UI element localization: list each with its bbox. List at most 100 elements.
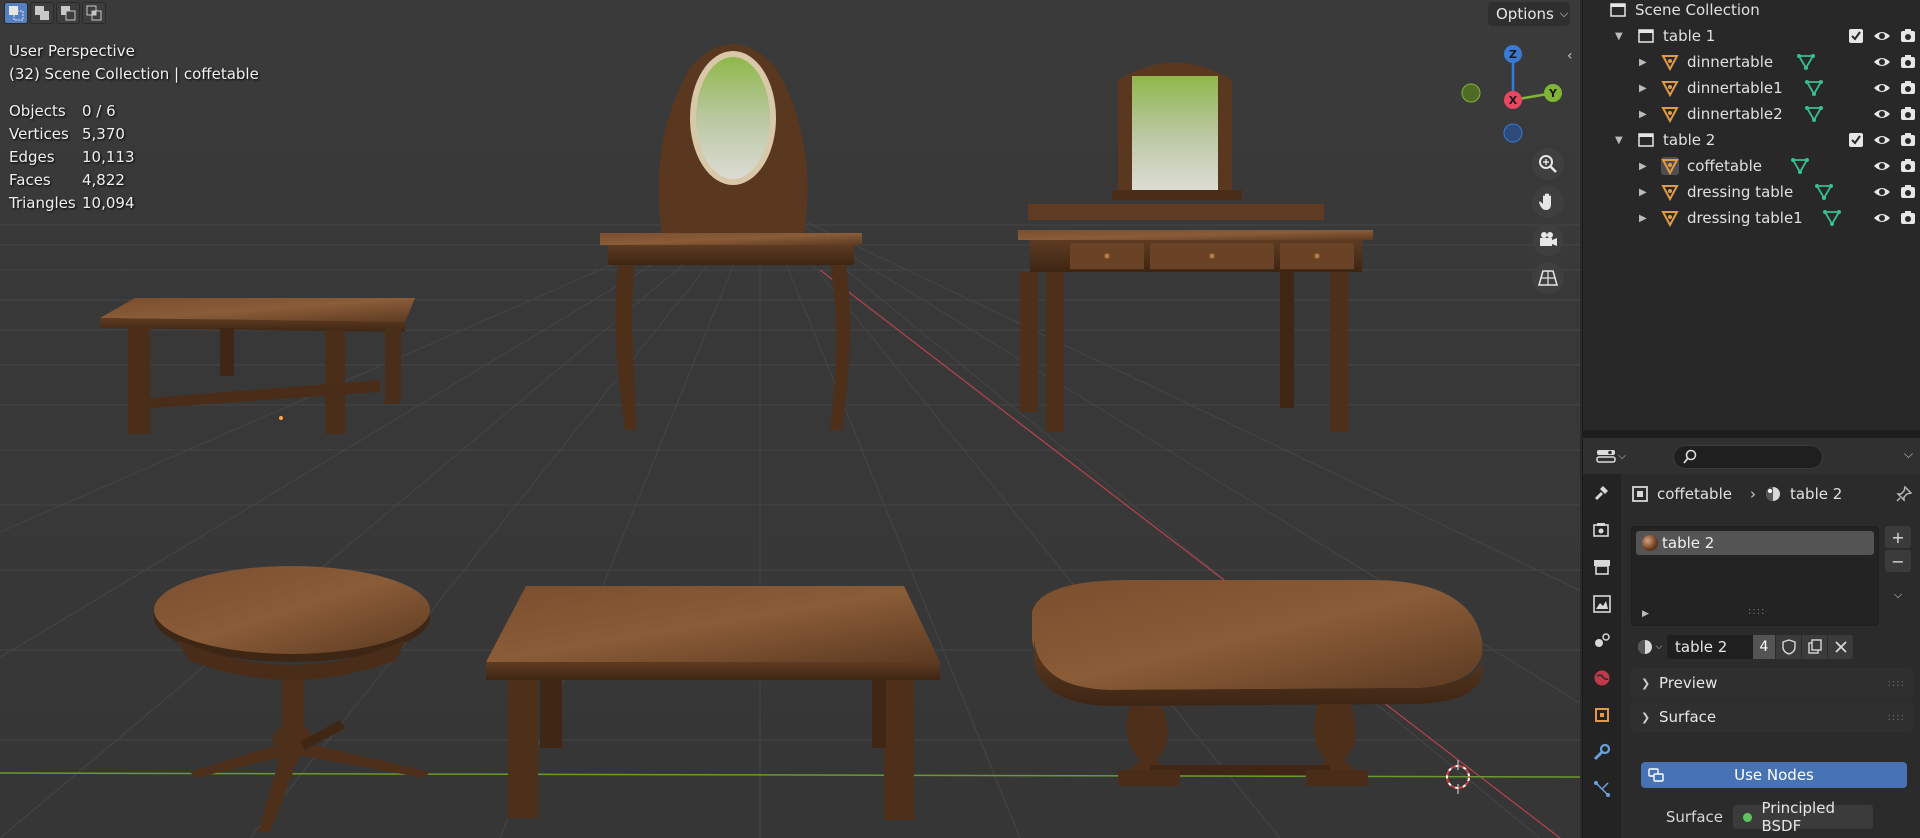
collapsed-arrow-icon[interactable]: ▶ — [1639, 187, 1651, 198]
pin-icon[interactable] — [1895, 485, 1913, 503]
camera-icon[interactable] — [1899, 157, 1917, 175]
chevron-down-icon[interactable]: ⌵ — [1904, 447, 1913, 462]
eye-icon[interactable] — [1873, 183, 1891, 201]
tab-view-layer[interactable] — [1583, 585, 1621, 622]
pan-hand-icon[interactable] — [1532, 186, 1564, 218]
camera-icon[interactable] — [1899, 27, 1917, 45]
3d-viewport[interactable]: User Perspective (32) Scene Collection |… — [0, 0, 1580, 838]
wrench-icon — [1593, 743, 1611, 760]
select-extend-icon[interactable] — [30, 2, 54, 24]
expanded-arrow-icon[interactable]: ▼ — [1615, 31, 1627, 42]
tab-world[interactable] — [1583, 659, 1621, 696]
camera-icon[interactable] — [1899, 79, 1917, 97]
camera-icon[interactable] — [1899, 183, 1917, 201]
browse-material-button[interactable]: ⌵ — [1631, 635, 1667, 659]
chevron-right-icon: ❯ — [1641, 676, 1651, 690]
tab-output[interactable] — [1583, 548, 1621, 585]
material-slot-list[interactable]: table 2 ▶ :::: — [1631, 526, 1879, 626]
eye-icon[interactable] — [1873, 27, 1891, 45]
camera-icon[interactable] — [1899, 131, 1917, 149]
surface-shader-dropdown[interactable]: Principled BSDF — [1733, 799, 1873, 835]
camera-icon[interactable] — [1899, 209, 1917, 227]
camera-icon[interactable] — [1899, 53, 1917, 71]
breadcrumb-object: coffetable — [1657, 485, 1732, 503]
select-new-icon[interactable] — [4, 2, 28, 24]
select-subtract-icon[interactable] — [56, 2, 80, 24]
row-toggles — [1847, 27, 1917, 45]
stat-value: 5,370 — [82, 125, 125, 143]
drag-grip-icon[interactable]: :::: — [1888, 678, 1905, 689]
camera-icon[interactable] — [1899, 105, 1917, 123]
outliner-row-object[interactable]: ▶ dinnertable1 — [1583, 75, 1920, 101]
search-input[interactable] — [1702, 447, 1817, 467]
mesh-data-icon[interactable] — [1791, 157, 1809, 175]
material-slot-item[interactable]: table 2 — [1636, 531, 1874, 555]
checkbox-checked-icon[interactable] — [1847, 131, 1865, 149]
expand-arrow-icon[interactable]: ▶ — [1642, 609, 1649, 619]
tab-render[interactable] — [1583, 511, 1621, 548]
fake-user-button[interactable] — [1775, 635, 1801, 659]
outliner-row-object[interactable]: ▶ dressing table — [1583, 179, 1920, 205]
outliner-row-object[interactable]: ▶ dinnertable2 — [1583, 101, 1920, 127]
mesh-data-icon[interactable] — [1815, 183, 1833, 201]
area-splitter[interactable] — [1582, 430, 1920, 438]
outliner-row-collection[interactable]: ▼ table 1 — [1583, 23, 1920, 49]
mesh-data-icon[interactable] — [1805, 105, 1823, 123]
outliner-row-scene-collection[interactable]: Scene Collection — [1583, 0, 1920, 23]
collapsed-arrow-icon[interactable]: ▶ — [1639, 57, 1651, 68]
tab-object[interactable] — [1583, 696, 1621, 733]
stat-value: 4,822 — [82, 171, 125, 189]
mesh-data-icon[interactable] — [1823, 209, 1841, 227]
outliner-row-object[interactable]: ▶ dinnertable — [1583, 49, 1920, 75]
ortho-grid-icon[interactable] — [1532, 262, 1564, 294]
unlink-material-button[interactable] — [1827, 635, 1853, 659]
zoom-icon[interactable] — [1532, 148, 1564, 180]
outliner-row-object[interactable]: ▶ dressing table1 — [1583, 205, 1920, 231]
eye-icon[interactable] — [1873, 79, 1891, 97]
collapsed-arrow-icon[interactable]: ▶ — [1639, 161, 1651, 172]
preview-panel-header[interactable]: ❯ Preview :::: — [1631, 668, 1913, 698]
select-intersect-icon[interactable] — [82, 2, 106, 24]
navigation-gizmo[interactable]: X Y Z — [1460, 40, 1570, 150]
camera-view-icon[interactable] — [1532, 224, 1564, 256]
outliner-row-collection[interactable]: ▼ table 2 — [1583, 127, 1920, 153]
remove-slot-button[interactable]: − — [1885, 550, 1911, 572]
eye-icon[interactable] — [1873, 131, 1891, 149]
eye-icon[interactable] — [1873, 209, 1891, 227]
use-nodes-button[interactable]: Use Nodes — [1641, 762, 1907, 788]
scene-render[interactable] — [0, 0, 1580, 838]
eye-icon[interactable] — [1873, 53, 1891, 71]
material-name-field[interactable]: table 2 — [1667, 635, 1753, 659]
collapsed-arrow-icon[interactable]: ▶ — [1639, 83, 1651, 94]
collapsed-arrow-icon[interactable]: ▶ — [1639, 109, 1651, 120]
eye-icon[interactable] — [1873, 105, 1891, 123]
collapsed-arrow-icon[interactable]: ▶ — [1639, 213, 1651, 224]
tab-tool[interactable] — [1583, 474, 1621, 511]
properties-panel[interactable]: ⌵ ⌵ coffetable › table 2 table 2 ▶:::: … — [1582, 438, 1920, 838]
scene-collection-label: Scene Collection — [1635, 1, 1760, 19]
eye-icon[interactable] — [1873, 157, 1891, 175]
chevron-down-icon: ⌵ — [1618, 450, 1626, 462]
tab-particles[interactable] — [1583, 770, 1621, 807]
duplicate-material-button[interactable] — [1801, 635, 1827, 659]
mesh-data-icon[interactable] — [1805, 79, 1823, 97]
drag-grip-icon[interactable]: :::: — [1888, 712, 1905, 723]
outliner-row-object-active[interactable]: ▶ coffetable — [1583, 153, 1920, 179]
checkbox-checked-icon[interactable] — [1847, 27, 1865, 45]
add-slot-button[interactable]: + — [1885, 526, 1911, 548]
tab-scene[interactable] — [1583, 622, 1621, 659]
slot-specials-button[interactable]: ⌵ — [1885, 584, 1911, 606]
editor-type-dropdown[interactable]: ⌵ — [1591, 444, 1631, 468]
mesh-data-icon[interactable] — [1797, 53, 1815, 71]
surface-panel-header[interactable]: ❯ Surface :::: — [1631, 702, 1913, 732]
tab-modifiers[interactable] — [1583, 733, 1621, 770]
close-icon — [1834, 641, 1847, 653]
search-field[interactable] — [1673, 445, 1823, 469]
collection-icon — [1637, 27, 1655, 45]
scene-icon — [1595, 632, 1610, 647]
options-dropdown[interactable]: Options ⌵ — [1488, 2, 1570, 26]
resize-grip-icon[interactable]: :::: — [1748, 606, 1765, 617]
user-count-button[interactable]: 4 — [1753, 635, 1775, 659]
outliner-panel[interactable]: Scene Collection ▼ table 1 ▶ dinnertable… — [1582, 0, 1920, 430]
expanded-arrow-icon[interactable]: ▼ — [1615, 135, 1627, 146]
